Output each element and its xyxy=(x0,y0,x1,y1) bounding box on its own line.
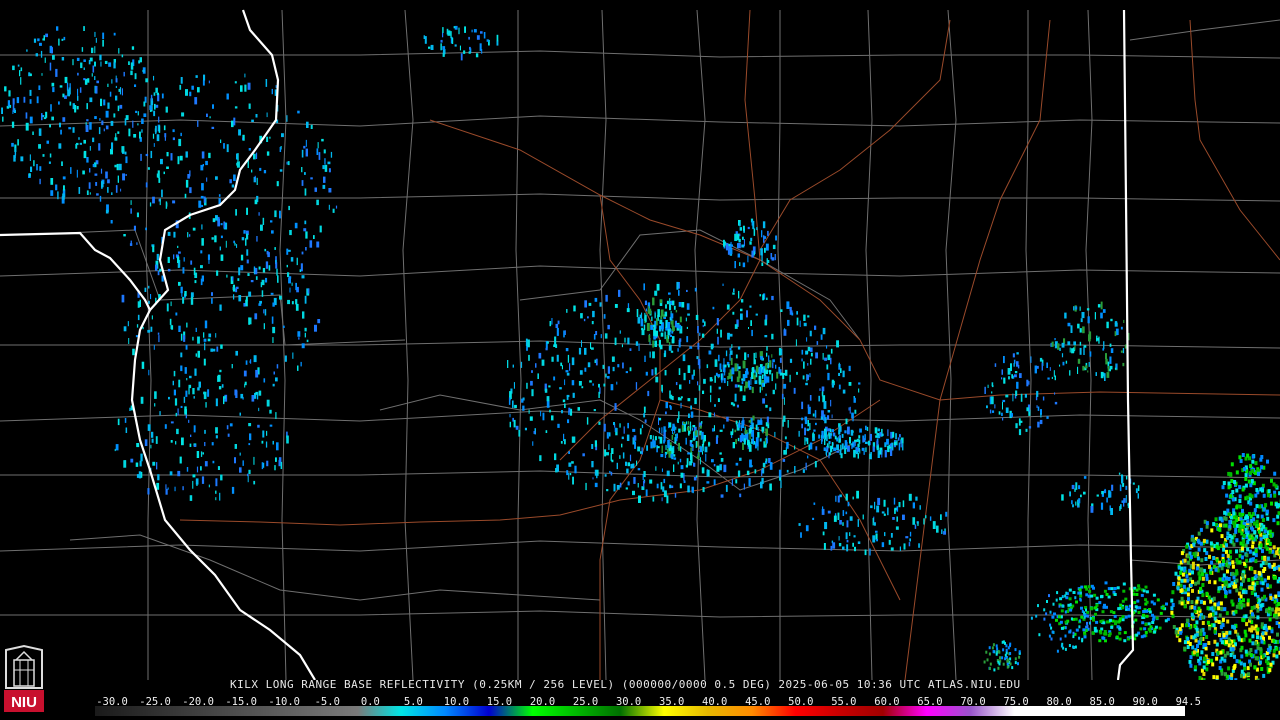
reflectivity-colorbar xyxy=(95,706,1185,716)
product-status-line: KILX LONG RANGE BASE REFLECTIVITY (0.25K… xyxy=(230,678,1021,691)
svg-text:NIU: NIU xyxy=(11,694,37,711)
niu-logo: NIU xyxy=(2,644,46,718)
radar-map xyxy=(0,0,1280,680)
